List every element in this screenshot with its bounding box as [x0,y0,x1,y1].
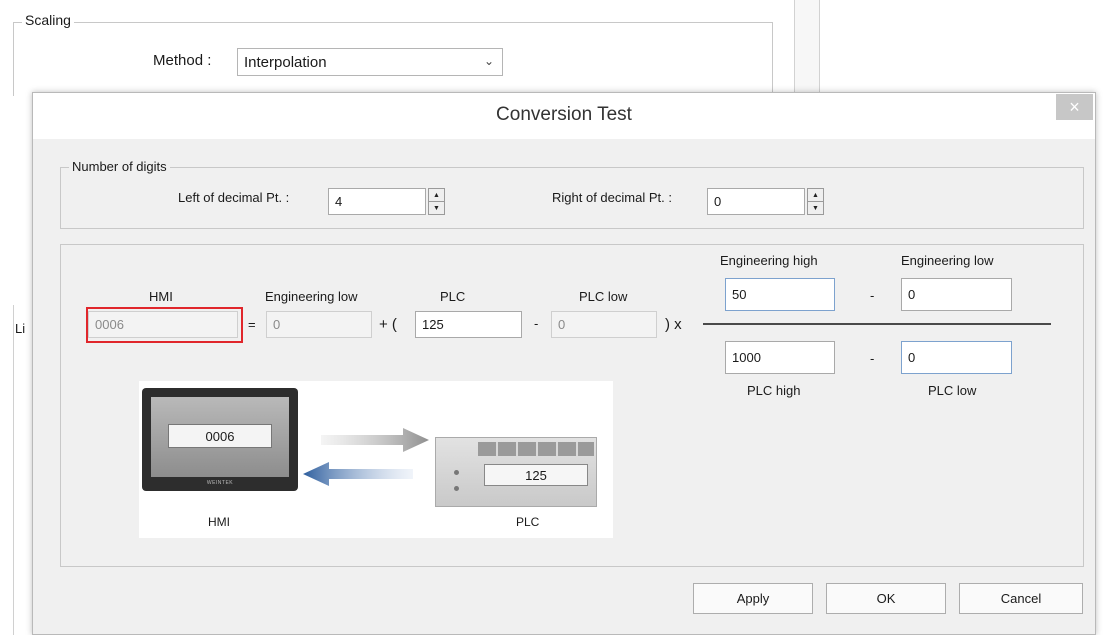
plc-device-led-1 [454,470,459,475]
digits-legend: Number of digits [69,159,170,174]
plc-low-label: PLC low [579,289,628,304]
eng-low-top-label: Engineering low [901,253,994,268]
minus-sign: - [534,316,539,331]
method-select[interactable]: Interpolation ⌄ [237,48,503,76]
dialog-title-bar[interactable]: Conversion Test × [33,93,1095,139]
eng-high-value: 50 [732,287,747,302]
background-left-edge [13,305,33,635]
plc-low-value: 0 [558,317,566,332]
plus-open-paren: + ( [379,316,397,333]
eng-low-top-value: 0 [908,287,916,302]
plc-screen-value: 125 [525,467,547,483]
plc-label: PLC [440,289,466,304]
spin-down-icon[interactable]: ▼ [429,201,444,214]
plc-high-input[interactable]: 1000 [725,341,835,374]
eng-low-label: Engineering low [265,289,358,304]
plc-low-bottom-label: PLC low [928,383,977,398]
spin-up-icon[interactable]: ▲ [808,189,823,201]
plc-low-bottom-value: 0 [908,350,916,365]
left-decimal-spinner[interactable]: ▲ ▼ [428,188,445,215]
right-decimal-spinner[interactable]: ▲ ▼ [807,188,824,215]
background-panel-divider [794,0,820,96]
ok-button[interactable]: OK [826,583,946,614]
hmi-screen-display: 0006 [168,424,272,448]
fraction-minus-bottom: - [870,351,875,366]
equals-sign: = [248,317,256,332]
plc-device-led-2 [454,486,459,491]
right-decimal-value: 0 [714,194,722,209]
spin-down-icon[interactable]: ▼ [808,201,823,214]
arrow-right-icon [321,428,431,452]
hmi-label: HMI [149,289,173,304]
eng-high-top-label: Engineering high [720,253,818,268]
plc-device-slots [478,442,594,456]
plc-high-bottom-label: PLC high [747,383,801,398]
plc-low-value-field: 0 [551,311,657,338]
plc-low-bottom-input[interactable]: 0 [901,341,1012,374]
plc-value: 125 [422,317,444,332]
close-button[interactable]: × [1056,94,1093,120]
hmi-value: 0006 [95,317,124,332]
plc-screen-display: 125 [484,464,588,486]
hmi-device-image: 0006 WEINTEK [142,388,298,491]
chevron-down-icon: ⌄ [483,54,494,68]
eng-high-input[interactable]: 50 [725,278,835,311]
left-decimal-input[interactable]: 4 [328,188,426,215]
plc-high-value: 1000 [732,350,761,365]
eng-low-value-field: 0 [266,311,372,338]
hmi-screen-value: 0006 [205,428,235,444]
right-decimal-input[interactable]: 0 [707,188,805,215]
plc-caption: PLC [516,515,540,529]
method-select-value: Interpolation [244,53,327,71]
method-label: Method : [153,52,212,69]
hmi-caption: HMI [208,515,230,529]
dialog-title: Conversion Test [496,104,632,125]
eng-low-top-input[interactable]: 0 [901,278,1012,311]
fraction-line [703,323,1051,325]
eng-low-value: 0 [273,317,281,332]
hmi-value-field: 0006 [88,311,238,338]
left-decimal-label: Left of decimal Pt. : [178,190,290,205]
scaling-legend: Scaling [22,12,74,28]
arrow-left-icon [301,462,413,486]
close-icon: × [1069,97,1080,117]
hmi-plc-illustration: 0006 WEINTEK 125 HMI PLC [139,381,613,538]
conversion-test-dialog: Conversion Test × Number of digits Left … [32,92,1096,635]
plc-device-image: 125 [435,437,597,507]
spin-up-icon[interactable]: ▲ [429,189,444,201]
left-decimal-value: 4 [335,194,343,209]
fraction-minus-top: - [870,288,875,303]
apply-button[interactable]: Apply [693,583,813,614]
brand-logo: WEINTEK [206,480,234,486]
close-paren-times: ) x [665,316,682,333]
right-decimal-label: Right of decimal Pt. : [552,190,672,205]
cancel-button[interactable]: Cancel [959,583,1083,614]
plc-value-input[interactable]: 125 [415,311,522,338]
